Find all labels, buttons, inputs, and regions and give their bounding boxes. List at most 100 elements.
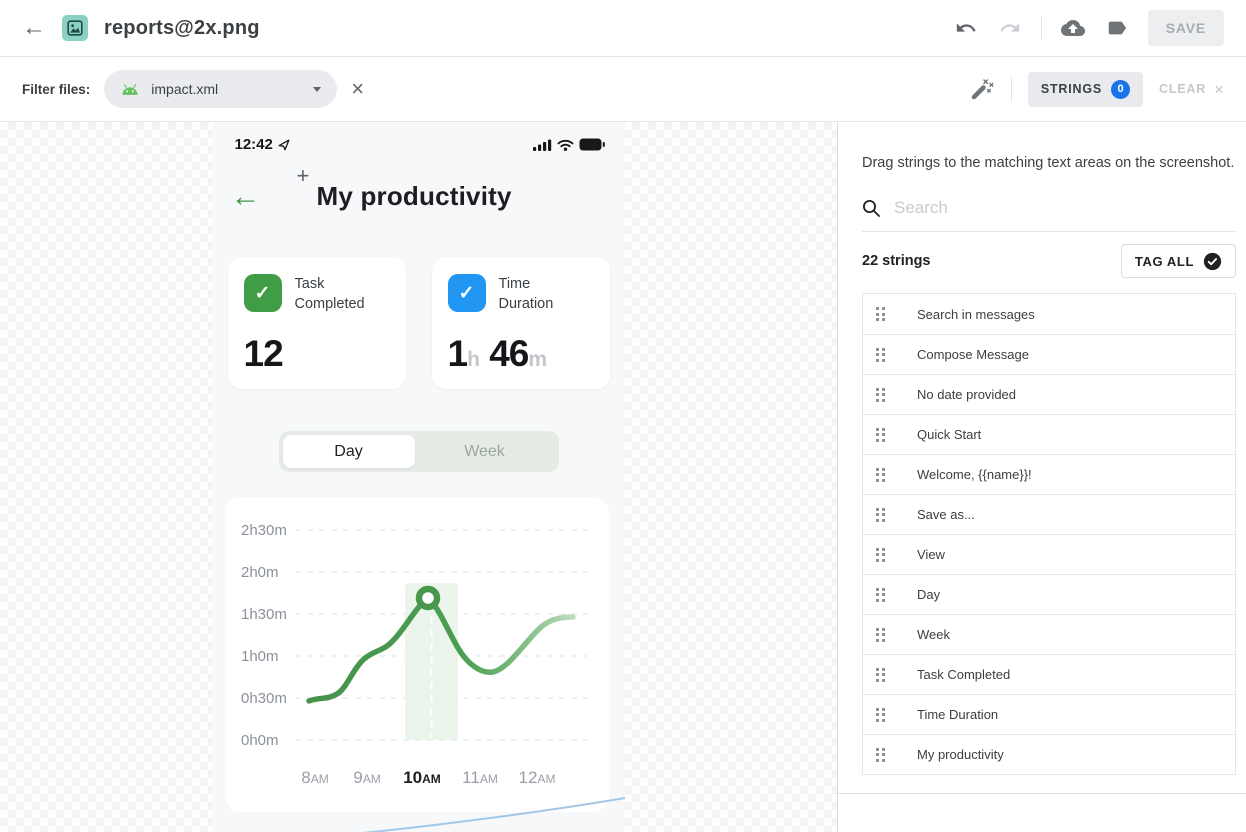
string-label: Task Completed bbox=[917, 667, 1010, 682]
clear-label: CLEAR bbox=[1159, 82, 1206, 96]
tag-all-button[interactable]: TAG ALL bbox=[1121, 244, 1236, 278]
string-label: Time Duration bbox=[917, 707, 998, 722]
search-input[interactable] bbox=[894, 198, 1236, 218]
drag-handle-icon[interactable] bbox=[876, 388, 885, 402]
string-label: My productivity bbox=[917, 747, 1004, 762]
panel-bottom-divider bbox=[838, 793, 1246, 794]
phone-nav-bar: + ← My productivity bbox=[213, 181, 625, 212]
drag-handle-icon[interactable] bbox=[876, 588, 885, 602]
strings-label: STRINGS bbox=[1041, 82, 1102, 96]
string-label: Day bbox=[917, 587, 940, 602]
check-icon-green: ✓ bbox=[244, 274, 282, 312]
filter-files-label: Filter files: bbox=[22, 82, 90, 97]
strings-panel: Drag strings to the matching text areas … bbox=[837, 122, 1246, 832]
clear-x-icon: × bbox=[1214, 81, 1224, 98]
time-duration-card[interactable]: ✓ Time Duration 1h 46m bbox=[432, 257, 610, 389]
cellular-signal-icon bbox=[533, 139, 552, 151]
tag-all-label: TAG ALL bbox=[1135, 254, 1194, 269]
toggle-week[interactable]: Week bbox=[415, 443, 555, 461]
time-duration-value: 1h 46m bbox=[448, 335, 594, 372]
strings-count-badge: 0 bbox=[1111, 80, 1130, 99]
string-row[interactable]: Week bbox=[863, 614, 1235, 654]
string-label: View bbox=[917, 547, 945, 562]
drag-handle-icon[interactable] bbox=[876, 468, 885, 482]
drag-handle-icon[interactable] bbox=[876, 748, 885, 762]
string-row[interactable]: Search in messages bbox=[863, 294, 1235, 334]
divider bbox=[1011, 76, 1012, 102]
task-completed-card[interactable]: ✓ Task Completed 12 bbox=[228, 257, 406, 389]
drag-handle-icon[interactable] bbox=[876, 307, 885, 321]
battery-icon bbox=[579, 138, 605, 151]
check-icon-blue: ✓ bbox=[448, 274, 486, 312]
selected-file-name: impact.xml bbox=[151, 81, 302, 97]
undo-icon[interactable] bbox=[953, 15, 979, 41]
string-row[interactable]: Compose Message bbox=[863, 334, 1235, 374]
phone-status-bar: 12:42 bbox=[213, 122, 625, 153]
string-row[interactable]: Quick Start bbox=[863, 414, 1235, 454]
phone-back-arrow-icon[interactable]: ← bbox=[231, 182, 261, 212]
drag-handle-icon[interactable] bbox=[876, 348, 885, 362]
drag-handle-icon[interactable] bbox=[876, 628, 885, 642]
y-tick: 2h0m bbox=[241, 564, 279, 581]
string-row[interactable]: Day bbox=[863, 574, 1235, 614]
plus-icon[interactable]: + bbox=[297, 163, 310, 189]
y-tick: 0h30m bbox=[241, 690, 287, 707]
android-icon bbox=[120, 83, 140, 96]
y-tick: 0h0m bbox=[241, 732, 279, 749]
string-label: Compose Message bbox=[917, 347, 1029, 362]
string-row[interactable]: Task Completed bbox=[863, 654, 1235, 694]
image-file-icon bbox=[62, 15, 88, 41]
string-row[interactable]: View bbox=[863, 534, 1235, 574]
string-label: Search in messages bbox=[917, 307, 1035, 322]
x-tick: 9AM bbox=[353, 768, 380, 787]
drag-handle-icon[interactable] bbox=[876, 508, 885, 522]
x-tick: 12AM bbox=[518, 768, 555, 787]
screenshot-canvas[interactable]: 12:42 + ← My productivity bbox=[0, 122, 837, 832]
x-tick: 11AM bbox=[462, 768, 498, 787]
string-label: No date provided bbox=[917, 387, 1016, 402]
auto-tag-wand-icon[interactable] bbox=[969, 76, 995, 102]
wifi-icon bbox=[557, 139, 574, 151]
top-header: ← reports@2x.png SAVE bbox=[0, 0, 1246, 57]
toggle-day[interactable]: Day bbox=[283, 435, 415, 468]
app: ← reports@2x.png SAVE Filter files: bbox=[0, 0, 1246, 832]
divider bbox=[1041, 15, 1042, 41]
time-duration-label: Time Duration bbox=[499, 274, 554, 314]
string-label: Week bbox=[917, 627, 950, 642]
day-week-toggle: Day Week bbox=[279, 431, 559, 472]
search-icon bbox=[862, 199, 881, 218]
strings-filter-button[interactable]: STRINGS 0 bbox=[1028, 72, 1143, 107]
clear-file-filter-icon[interactable]: × bbox=[351, 78, 364, 100]
location-arrow-icon bbox=[278, 139, 290, 151]
string-label: Quick Start bbox=[917, 427, 981, 442]
back-arrow-icon[interactable]: ← bbox=[22, 16, 46, 40]
line-chart: 2h30m 2h0m 1h30m 1h0m 0h30m 0h0m bbox=[225, 497, 609, 812]
drag-handle-icon[interactable] bbox=[876, 428, 885, 442]
search-field[interactable] bbox=[862, 198, 1236, 232]
string-row[interactable]: My productivity bbox=[863, 734, 1235, 774]
check-circle-icon bbox=[1203, 252, 1222, 271]
productivity-chart-card: 2h30m 2h0m 1h30m 1h0m 0h30m 0h0m bbox=[225, 497, 609, 812]
task-completed-label: Task Completed bbox=[295, 274, 365, 314]
string-row[interactable]: Save as... bbox=[863, 494, 1235, 534]
y-tick: 2h30m bbox=[241, 522, 287, 539]
y-tick: 1h30m bbox=[241, 606, 287, 623]
phone-screenshot[interactable]: 12:42 + ← My productivity bbox=[213, 122, 625, 832]
clear-strings-button: CLEAR × bbox=[1159, 81, 1224, 98]
string-row[interactable]: Welcome, {{name}}! bbox=[863, 454, 1235, 494]
file-filter-dropdown[interactable]: impact.xml bbox=[104, 70, 337, 108]
filter-bar: Filter files: impact.xml × STRINGS 0 bbox=[0, 57, 1246, 122]
upload-cloud-icon[interactable] bbox=[1060, 15, 1086, 41]
drag-handle-icon[interactable] bbox=[876, 548, 885, 562]
save-button[interactable]: SAVE bbox=[1148, 10, 1224, 46]
string-label: Save as... bbox=[917, 507, 975, 522]
string-row[interactable]: Time Duration bbox=[863, 694, 1235, 734]
redo-icon bbox=[997, 15, 1023, 41]
task-completed-value: 12 bbox=[244, 335, 390, 372]
tag-icon[interactable] bbox=[1104, 15, 1130, 41]
drag-handle-icon[interactable] bbox=[876, 668, 885, 682]
drag-handle-icon[interactable] bbox=[876, 708, 885, 722]
stat-cards: ✓ Task Completed 12 ✓ Time bbox=[213, 257, 625, 389]
chevron-down-icon bbox=[313, 87, 321, 92]
string-row[interactable]: No date provided bbox=[863, 374, 1235, 414]
